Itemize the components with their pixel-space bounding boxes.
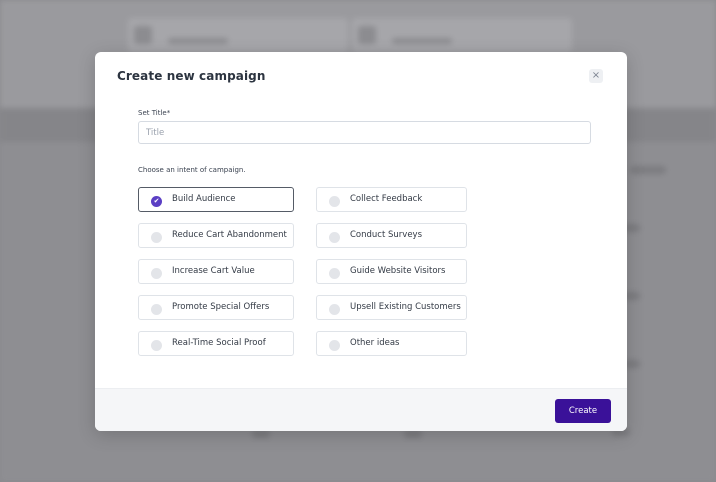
background-mark: [404, 430, 422, 438]
radio-icon: [151, 268, 162, 279]
radio-icon: [329, 196, 340, 207]
intent-option-label: Reduce Cart Abandonment: [172, 230, 287, 240]
intent-option-label: Conduct Surveys: [350, 230, 423, 240]
intent-option-label: Guide Website Visitors: [350, 266, 446, 276]
radio-icon: [151, 304, 162, 315]
intent-option-label: Build Audience: [172, 194, 236, 204]
intent-option-promote-special-offers[interactable]: Promote Special Offers: [138, 295, 294, 320]
background-card: [128, 18, 348, 52]
intent-option-reduce-cart-abandonment[interactable]: Reduce Cart Abandonment: [138, 223, 294, 248]
create-button[interactable]: Create: [555, 399, 611, 423]
intent-option-other-ideas[interactable]: Other ideas: [316, 331, 467, 356]
check-icon: ✔: [151, 196, 162, 207]
intent-option-label: Other ideas: [350, 338, 400, 348]
intent-label: Choose an intent of campaign.: [138, 166, 246, 174]
intent-option-label: Real-Time Social Proof: [172, 338, 266, 348]
intent-option-increase-cart-value[interactable]: Increase Cart Value: [138, 259, 294, 284]
intent-option-label: Upsell Existing Customers: [350, 302, 461, 312]
intent-option-collect-feedback[interactable]: Collect Feedback: [316, 187, 467, 212]
intent-option-real-time-social-proof[interactable]: Real-Time Social Proof: [138, 331, 294, 356]
title-field-label: Set Title*: [138, 109, 171, 117]
intent-option-build-audience[interactable]: ✔ Build Audience: [138, 187, 294, 212]
intent-option-conduct-surveys[interactable]: Conduct Surveys: [316, 223, 467, 248]
radio-icon: [329, 232, 340, 243]
background-card: [352, 18, 572, 52]
dialog-footer: Create: [95, 388, 627, 431]
dialog-title: Create new campaign: [117, 69, 266, 83]
radio-icon: [329, 304, 340, 315]
intent-option-guide-website-visitors[interactable]: Guide Website Visitors: [316, 259, 467, 284]
radio-icon: [151, 340, 162, 351]
create-campaign-dialog: Create new campaign × Set Title* Choose …: [95, 52, 627, 431]
background-mark: [630, 166, 666, 174]
radio-icon: [329, 340, 340, 351]
background-mark: [252, 430, 270, 438]
intent-option-label: Collect Feedback: [350, 194, 423, 204]
radio-icon: [329, 268, 340, 279]
radio-icon: [151, 232, 162, 243]
intent-option-upsell-existing-customers[interactable]: Upsell Existing Customers: [316, 295, 467, 320]
intent-option-label: Increase Cart Value: [172, 266, 255, 276]
intent-option-label: Promote Special Offers: [172, 302, 270, 312]
title-input[interactable]: [138, 121, 591, 144]
close-button[interactable]: ×: [589, 69, 603, 83]
